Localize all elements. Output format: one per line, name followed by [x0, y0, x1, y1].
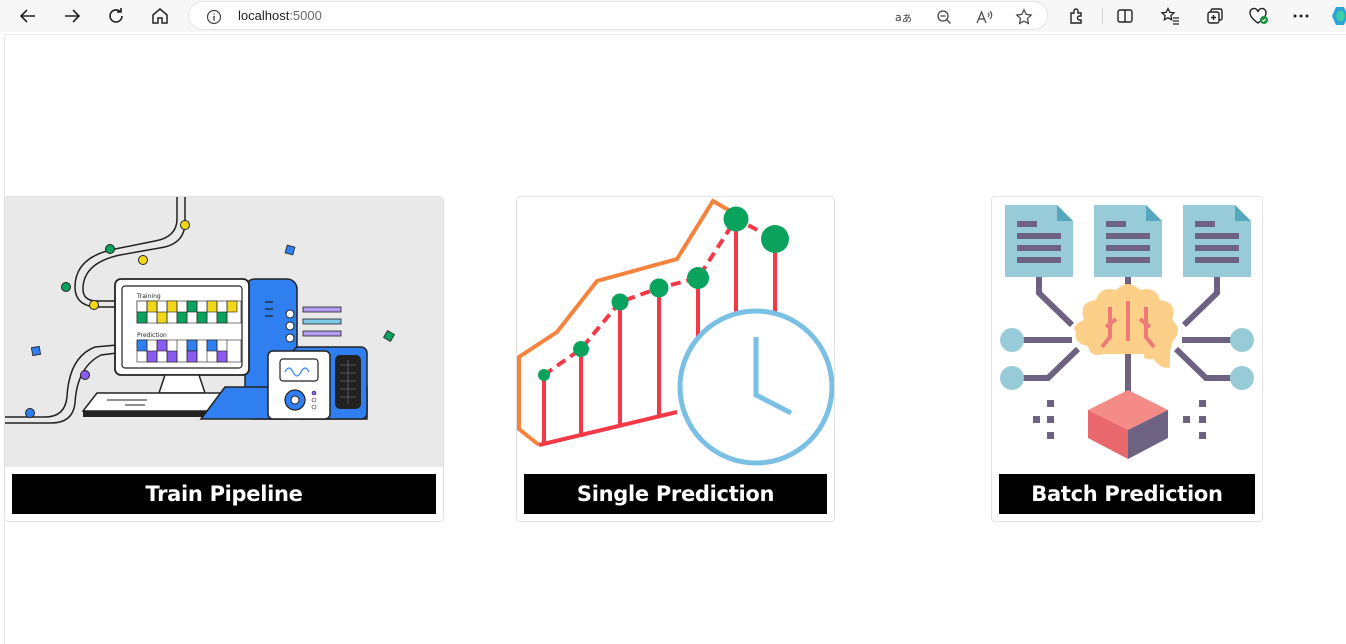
chart-point — [538, 369, 550, 381]
chart-point — [687, 267, 709, 289]
home-icon[interactable] — [147, 3, 173, 29]
extensions-icon[interactable] — [1065, 4, 1089, 28]
svg-text:あ: あ — [902, 13, 912, 25]
more-options-icon[interactable] — [1289, 4, 1313, 28]
document-icon — [1094, 205, 1162, 277]
address-bar[interactable]: localhost:5000 aあ — [188, 1, 1048, 30]
favorite-star-icon[interactable] — [1013, 6, 1035, 28]
favorites-icon[interactable] — [1158, 4, 1182, 28]
back-icon[interactable] — [15, 3, 41, 29]
train-pipeline-illustration: Training Prediction — [5, 197, 443, 467]
copilot-icon[interactable] — [1328, 4, 1346, 28]
document-icon — [1005, 205, 1073, 277]
chart-point — [761, 225, 789, 253]
reload-icon[interactable] — [103, 3, 129, 29]
chart-point — [723, 206, 749, 232]
train-pipeline-card[interactable]: Training Prediction Train Pipeline — [4, 196, 444, 522]
single-prediction-button[interactable]: Single Prediction — [524, 474, 827, 514]
chart-point — [611, 293, 629, 311]
batch-prediction-button[interactable]: Batch Prediction — [999, 474, 1255, 514]
forward-icon[interactable] — [59, 3, 85, 29]
single-prediction-illustration — [517, 198, 834, 466]
cube-icon — [1088, 390, 1168, 459]
collections-icon[interactable] — [1203, 4, 1227, 28]
chart-point — [649, 278, 669, 298]
translate-icon[interactable]: aあ — [893, 6, 915, 28]
document-icon — [1183, 205, 1251, 277]
screen-prediction-label: Prediction — [137, 332, 167, 339]
svg-text:a: a — [895, 11, 902, 24]
browser-toolbar: localhost:5000 aあ — [0, 0, 1346, 32]
chart-point — [573, 341, 589, 357]
zoom-out-icon[interactable] — [933, 6, 955, 28]
batch-prediction-illustration — [1000, 205, 1254, 459]
batch-prediction-card[interactable]: Batch Prediction — [991, 196, 1263, 522]
url-host: localhost — [238, 8, 290, 23]
train-pipeline-button[interactable]: Train Pipeline — [12, 474, 436, 514]
toolbar-separator — [1102, 8, 1103, 24]
split-screen-icon[interactable] — [1113, 4, 1137, 28]
url-text[interactable]: localhost:5000 — [238, 8, 322, 23]
info-icon[interactable] — [203, 6, 225, 28]
read-aloud-icon[interactable] — [973, 6, 995, 28]
screen-training-label: Training — [136, 293, 161, 300]
url-port: :5000 — [289, 8, 322, 23]
browser-essentials-icon[interactable] — [1247, 4, 1271, 28]
single-prediction-card[interactable]: Single Prediction — [516, 196, 835, 522]
